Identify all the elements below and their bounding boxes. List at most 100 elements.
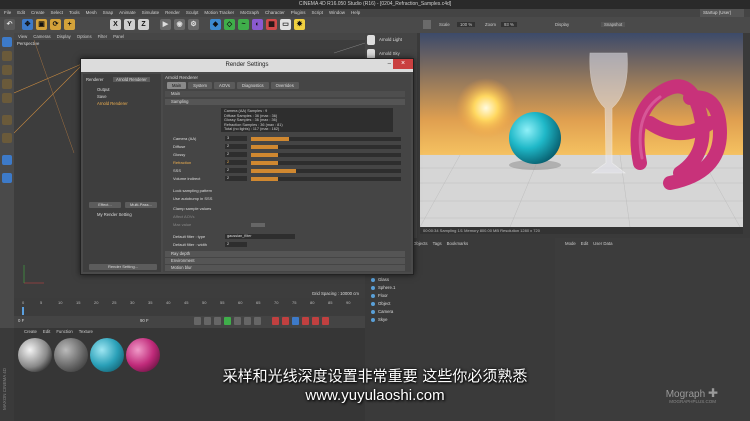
end-frame[interactable]: 90 F [140, 318, 149, 323]
param-volume-indirect[interactable]: Volume indirect 2 [169, 176, 405, 182]
object-row[interactable]: Skye [371, 316, 549, 323]
tab-overrides[interactable]: Overrides [270, 82, 299, 89]
material-menu-item[interactable]: Edit [43, 328, 50, 335]
renderer-select[interactable]: Arnold Renderer [113, 77, 150, 82]
menu-item[interactable]: Create [31, 9, 45, 17]
first-frame-icon[interactable] [194, 317, 201, 325]
param-filter-type[interactable]: Default filter : type gaussian_filter [169, 234, 405, 240]
render-settings-icon[interactable]: ⚙ [188, 19, 199, 30]
prev-frame-icon[interactable] [214, 317, 221, 325]
scene-icon[interactable]: ▦ [266, 19, 277, 30]
menu-item[interactable]: Window [329, 9, 345, 17]
play-icon[interactable] [224, 317, 231, 325]
playhead[interactable] [22, 307, 24, 315]
menu-item[interactable]: Motion Tracker [204, 9, 234, 17]
layout-select[interactable]: Startup (User) [700, 9, 744, 17]
next-frame-icon[interactable] [234, 317, 241, 325]
multipass-button[interactable]: Multi-Pass... [125, 202, 157, 208]
axis-mode-icon[interactable] [2, 115, 12, 125]
attribute-menu-item[interactable]: User Data [593, 241, 612, 246]
tab-diagnostics[interactable]: Diagnostics [236, 82, 269, 89]
param-slider[interactable] [251, 145, 401, 149]
attribute-menu-item[interactable]: Mode [565, 241, 576, 246]
mode-model-icon[interactable] [2, 37, 12, 47]
effect-button[interactable]: Effect... [89, 202, 121, 208]
check-affect-aovs[interactable]: Affect AOVs [169, 214, 405, 220]
last-frame-icon[interactable] [254, 317, 261, 325]
tab-aovs[interactable]: AOVs [214, 82, 235, 89]
material-menu-item[interactable]: Create [24, 328, 37, 335]
key-position-icon[interactable] [302, 317, 309, 325]
settings-item-arnold[interactable]: Arnold Renderer [97, 101, 128, 106]
mode-texture-icon[interactable] [2, 51, 12, 61]
rotate-icon[interactable]: ⟳ [50, 19, 61, 30]
render-view-icon[interactable]: ▶ [160, 19, 171, 30]
menu-item[interactable]: Snap [103, 9, 114, 17]
tab-system[interactable]: System [188, 82, 213, 89]
check-autobump-sss[interactable]: Use autobump in SSS [169, 196, 405, 202]
mode-edges-icon[interactable] [2, 79, 12, 89]
record-icon[interactable] [272, 317, 279, 325]
mode-points-icon[interactable] [2, 65, 12, 75]
section-main[interactable]: Main [165, 91, 405, 97]
lock-workplane-icon[interactable] [2, 173, 12, 183]
menu-item[interactable]: Tools [69, 9, 80, 17]
menu-item[interactable]: Character [265, 9, 285, 17]
select-icon[interactable]: + [64, 19, 75, 30]
param-max-value[interactable]: Max value [169, 222, 405, 228]
snap-icon[interactable] [2, 133, 12, 143]
cube-icon[interactable]: ◆ [210, 19, 221, 30]
object-row[interactable]: Object [371, 300, 549, 307]
object-menu-item[interactable]: Tags [433, 241, 442, 246]
check-clamp-samples[interactable]: Clamp sample values [169, 206, 405, 212]
subdivision-icon[interactable]: ◇ [224, 19, 235, 30]
side-item[interactable]: Arnold Light [379, 37, 402, 42]
tab-main[interactable]: Main [167, 82, 187, 89]
param-slider[interactable] [251, 169, 401, 173]
next-key-icon[interactable] [244, 317, 251, 325]
param-camera-aa[interactable]: Camera (AA) 3 [169, 136, 405, 142]
close-icon[interactable]: × [393, 59, 413, 69]
param-refraction[interactable]: Refraction 2 [169, 160, 405, 166]
param-glossy[interactable]: Glossy 2 [169, 152, 405, 158]
current-frame[interactable]: 0 F [18, 318, 24, 323]
object-row[interactable]: Sphere.1 [371, 284, 549, 291]
workplane-icon[interactable] [2, 155, 12, 165]
move-icon[interactable]: ✥ [22, 19, 33, 30]
axis-x-button[interactable]: X [110, 19, 121, 30]
timeline[interactable]: 0 5 10 15 20 25 30 35 40 45 50 55 60 65 … [14, 298, 365, 316]
mode-polygons-icon[interactable] [2, 93, 12, 103]
object-row[interactable]: Camera [371, 308, 549, 315]
menu-item[interactable]: File [4, 9, 11, 17]
axis-y-button[interactable]: Y [124, 19, 135, 30]
render-setting-button[interactable]: Render Setting... [89, 264, 157, 270]
section-environment[interactable]: Environment [165, 258, 405, 264]
menu-item[interactable]: Edit [17, 9, 25, 17]
menu-item[interactable]: Plugins [291, 9, 306, 17]
keyframe-selection-icon[interactable] [292, 317, 299, 325]
check-lock-sampling[interactable]: Lock sampling pattern [169, 188, 405, 194]
section-sampling[interactable]: Sampling [165, 99, 405, 105]
dialog-title-bar[interactable]: Render Settings – × [81, 59, 413, 72]
autokey-icon[interactable] [282, 317, 289, 325]
menu-item[interactable]: Help [351, 9, 360, 17]
render-play-icon[interactable] [423, 20, 431, 29]
prev-key-icon[interactable] [204, 317, 211, 325]
param-slider[interactable] [251, 153, 401, 157]
key-rotation-icon[interactable] [312, 317, 319, 325]
minimize-icon[interactable]: – [388, 61, 391, 67]
menu-item[interactable]: Simulate [142, 9, 160, 17]
object-menu-item[interactable]: Bookmarks [447, 241, 469, 246]
light-icon[interactable]: ✸ [294, 19, 305, 30]
material-menu-item[interactable]: Function [56, 328, 72, 335]
render-setting-name[interactable]: My Render Setting [97, 212, 132, 217]
object-menu-item[interactable]: Objects [413, 241, 428, 246]
render-picture-icon[interactable]: ◉ [174, 19, 185, 30]
settings-item-save[interactable]: Save [97, 94, 107, 99]
axis-z-button[interactable]: Z [138, 19, 149, 30]
material-menu-item[interactable]: Texture [79, 328, 93, 335]
menu-item[interactable]: Mesh [86, 9, 97, 17]
undo-icon[interactable]: ↶ [4, 19, 15, 30]
render-image[interactable] [420, 33, 743, 227]
camera-icon[interactable]: ▭ [280, 19, 291, 30]
